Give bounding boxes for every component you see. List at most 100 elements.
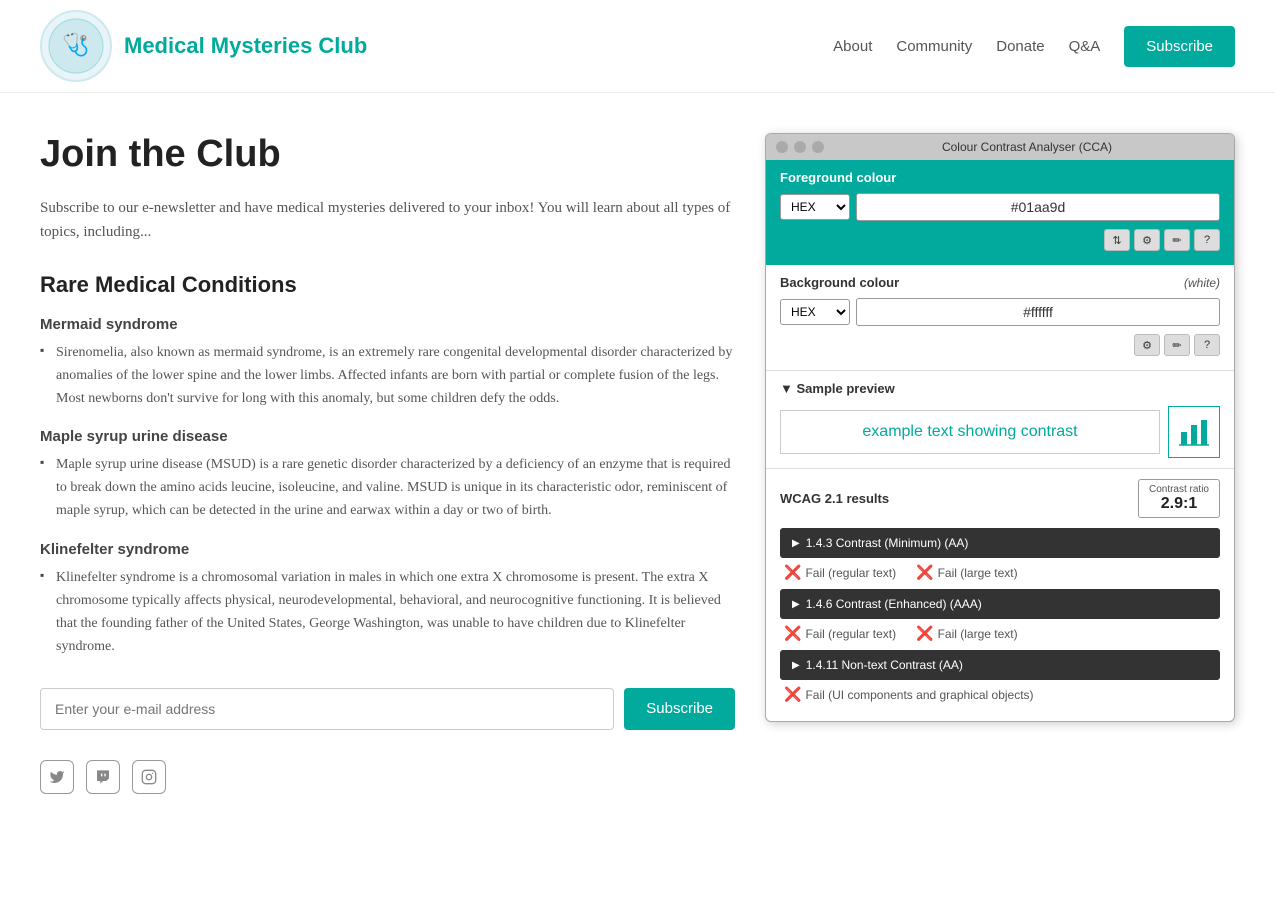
- cca-sliders-icon[interactable]: ⚙: [1134, 229, 1160, 251]
- criterion-146-label: 1.4.6 Contrast (Enhanced) (AAA): [806, 597, 982, 611]
- fail-icon-146-regular: ❌: [784, 625, 801, 642]
- twitch-icon[interactable]: [86, 760, 120, 794]
- fail-icon-14-11-ui: ❌: [784, 686, 801, 703]
- condition-title-mermaid: Mermaid syndrome: [40, 316, 735, 333]
- fail-icon-143-regular: ❌: [784, 564, 801, 581]
- cca-bg-eyedropper-icon[interactable]: ✏: [1164, 334, 1190, 356]
- cca-bg-sliders-icon[interactable]: ⚙: [1134, 334, 1160, 356]
- cca-preview-section: ▼ Sample preview example text showing co…: [766, 371, 1234, 469]
- cca-criterion-143[interactable]: ▶ 1.4.3 Contrast (Minimum) (AA): [780, 528, 1220, 558]
- list-item: Sirenomelia, also known as mermaid syndr…: [40, 341, 735, 410]
- page-title: Join the Club: [40, 133, 735, 176]
- logo-svg: 🩺: [48, 18, 104, 74]
- fail-label-146-regular: Fail (regular text): [805, 627, 896, 641]
- cca-fail-143-regular: ❌ Fail (regular text): [784, 564, 896, 581]
- main-layout: Join the Club Subscribe to our e-newslet…: [0, 93, 1275, 814]
- nav-about[interactable]: About: [833, 38, 872, 55]
- fail-label-143-regular: Fail (regular text): [805, 566, 896, 580]
- cca-title: Colour Contrast Analyser (CCA): [830, 140, 1224, 154]
- logo-image: 🩺: [40, 10, 112, 82]
- cca-results-header: WCAG 2.1 results Contrast ratio 2.9:1: [780, 479, 1220, 518]
- svg-text:🩺: 🩺: [62, 32, 89, 57]
- cca-help-icon[interactable]: ?: [1194, 229, 1220, 251]
- cca-contrast-ratio-value: 2.9:1: [1149, 495, 1209, 513]
- criterion-143-label: 1.4.3 Contrast (Minimum) (AA): [806, 536, 969, 550]
- cca-background-format-select[interactable]: HEX RGB HSL: [780, 299, 850, 325]
- cca-background-label: Background colour: [780, 275, 899, 290]
- condition-list-mermaid: Sirenomelia, also known as mermaid syndr…: [40, 341, 735, 410]
- cca-criterion-146[interactable]: ▶ 1.4.6 Contrast (Enhanced) (AAA): [780, 589, 1220, 619]
- cca-criterion-14-11[interactable]: ▶ 1.4.11 Non-text Contrast (AA): [780, 650, 1220, 680]
- instagram-icon[interactable]: [132, 760, 166, 794]
- cca-adjust-icon[interactable]: ⇅: [1104, 229, 1130, 251]
- list-item: Klinefelter syndrome is a chromosomal va…: [40, 566, 735, 658]
- cca-fail-row-143: ❌ Fail (regular text) ❌ Fail (large text…: [780, 564, 1220, 581]
- cca-foreground-value-input[interactable]: [856, 193, 1220, 221]
- bar-chart-icon: [1179, 417, 1209, 447]
- social-icons: [40, 760, 735, 794]
- intro-paragraph: Subscribe to our e-newsletter and have m…: [40, 196, 735, 244]
- cca-titlebar: Colour Contrast Analyser (CCA): [766, 134, 1234, 160]
- cca-foreground-label: Foreground colour: [780, 170, 1220, 185]
- cca-contrast-ratio-label: Contrast ratio: [1149, 484, 1209, 495]
- section-title: Rare Medical Conditions: [40, 272, 735, 298]
- condition-klinefelter: Klinefelter syndrome Klinefelter syndrom…: [40, 541, 735, 658]
- cca-panel: Colour Contrast Analyser (CCA) Foregroun…: [765, 133, 1235, 722]
- cca-dot-min: [794, 141, 806, 153]
- nav-donate[interactable]: Donate: [996, 38, 1044, 55]
- site-header: 🩺 Medical Mysteries Club About Community…: [0, 0, 1275, 93]
- condition-msud: Maple syrup urine disease Maple syrup ur…: [40, 428, 735, 522]
- cca-foreground-format-select[interactable]: HEX RGB HSL: [780, 194, 850, 220]
- site-title: Medical Mysteries Club: [124, 33, 367, 59]
- cca-preview-header: ▼ Sample preview: [780, 381, 1220, 396]
- twitter-icon[interactable]: [40, 760, 74, 794]
- fail-label-143-large: Fail (large text): [938, 566, 1018, 580]
- header-subscribe-button[interactable]: Subscribe: [1124, 26, 1235, 67]
- cca-fail-row-146: ❌ Fail (regular text) ❌ Fail (large text…: [780, 625, 1220, 642]
- main-nav: About Community Donate Q&A Subscribe: [833, 26, 1235, 67]
- condition-title-klinefelter: Klinefelter syndrome: [40, 541, 735, 558]
- cca-eyedropper-icon[interactable]: ✏: [1164, 229, 1190, 251]
- subscribe-form-button[interactable]: Subscribe: [624, 688, 735, 730]
- criterion-14-11-arrow: ▶: [792, 660, 800, 671]
- cca-results-title: WCAG 2.1 results: [780, 491, 889, 506]
- fail-icon-143-large: ❌: [916, 564, 933, 581]
- email-form: Subscribe: [40, 688, 735, 730]
- nav-qa[interactable]: Q&A: [1069, 38, 1101, 55]
- cca-sample-text: example text showing contrast: [780, 410, 1160, 454]
- cca-bg-help-icon[interactable]: ?: [1194, 334, 1220, 356]
- criterion-143-arrow: ▶: [792, 538, 800, 549]
- email-input[interactable]: [40, 688, 614, 730]
- fail-icon-146-large: ❌: [916, 625, 933, 642]
- cca-background-input-row: HEX RGB HSL: [780, 298, 1220, 326]
- cca-background-icons-row: ⚙ ✏ ?: [780, 334, 1220, 364]
- cca-fail-14-11-ui: ❌ Fail (UI components and graphical obje…: [784, 686, 1034, 703]
- cca-fail-146-regular: ❌ Fail (regular text): [784, 625, 896, 642]
- cca-chart-icon: [1168, 406, 1220, 458]
- condition-mermaid: Mermaid syndrome Sirenomelia, also known…: [40, 316, 735, 410]
- cca-fail-143-large: ❌ Fail (large text): [916, 564, 1017, 581]
- cca-background-label-row: Background colour (white): [780, 275, 1220, 290]
- condition-list-msud: Maple syrup urine disease (MSUD) is a ra…: [40, 453, 735, 522]
- criterion-14-11-label: 1.4.11 Non-text Contrast (AA): [806, 658, 963, 672]
- cca-background-section: Background colour (white) HEX RGB HSL ⚙ …: [766, 265, 1234, 371]
- cca-fail-row-14-11: ❌ Fail (UI components and graphical obje…: [780, 686, 1220, 703]
- cca-dot-max: [812, 141, 824, 153]
- condition-list-klinefelter: Klinefelter syndrome is a chromosomal va…: [40, 566, 735, 658]
- cca-results-section: WCAG 2.1 results Contrast ratio 2.9:1 ▶ …: [766, 469, 1234, 721]
- criterion-146-arrow: ▶: [792, 599, 800, 610]
- cca-background-note: (white): [1184, 276, 1220, 290]
- cca-foreground-input-row: HEX RGB HSL: [780, 193, 1220, 221]
- cca-dot-close: [776, 141, 788, 153]
- cca-background-value-input[interactable]: [856, 298, 1220, 326]
- nav-community[interactable]: Community: [896, 38, 972, 55]
- cca-foreground-icons-row: ⇅ ⚙ ✏ ?: [780, 229, 1220, 259]
- cca-fail-146-large: ❌ Fail (large text): [916, 625, 1017, 642]
- content-area: Join the Club Subscribe to our e-newslet…: [40, 133, 735, 794]
- cca-preview-content: example text showing contrast: [780, 406, 1220, 458]
- fail-label-14-11-ui: Fail (UI components and graphical object…: [805, 688, 1033, 702]
- logo-area: 🩺 Medical Mysteries Club: [40, 10, 367, 82]
- cca-foreground-section: Foreground colour HEX RGB HSL ⇅ ⚙ ✏ ?: [766, 160, 1234, 265]
- list-item: Maple syrup urine disease (MSUD) is a ra…: [40, 453, 735, 522]
- cca-contrast-ratio-box: Contrast ratio 2.9:1: [1138, 479, 1220, 518]
